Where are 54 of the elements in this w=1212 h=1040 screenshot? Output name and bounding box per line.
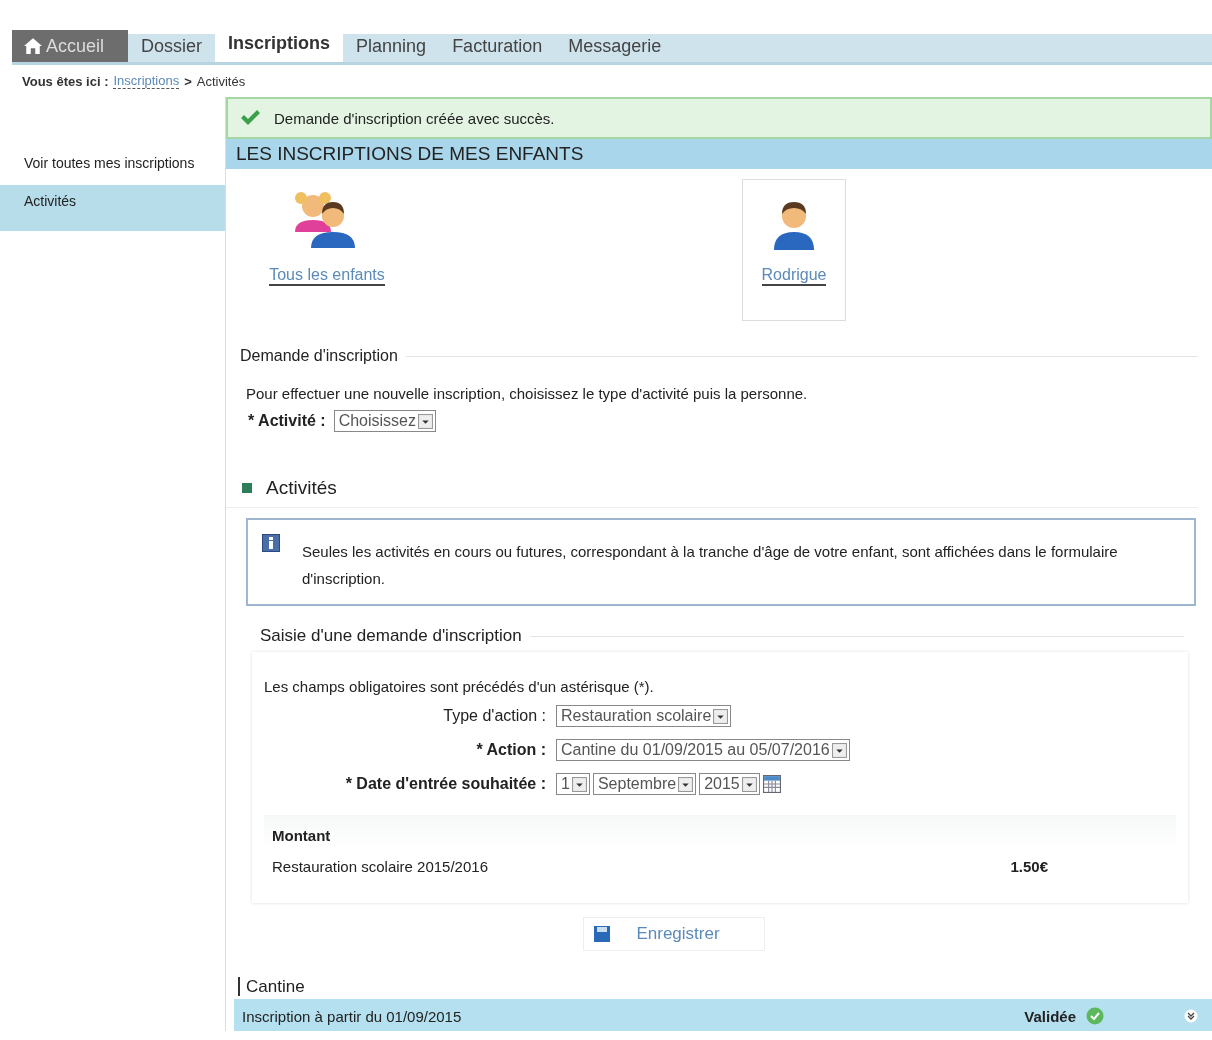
- check-icon: [240, 110, 260, 126]
- nav-tab[interactable]: Planning: [343, 30, 440, 62]
- required-note: Les champs obligatoires sont précédés d'un astérisque (*).: [264, 678, 655, 695]
- floppy-icon: [594, 926, 611, 942]
- check-circle-icon: [1086, 1007, 1104, 1025]
- select-field[interactable]: Septembre: [592, 773, 697, 795]
- fieldset-legend: Demande d'inscription: [240, 347, 398, 365]
- field-label: * Action :: [475, 741, 546, 759]
- breadcrumb-current: Activités: [196, 73, 246, 89]
- intro-text: Pour effectuer une nouvelle inscription, choisissez le type d'activité puis la personne.: [246, 385, 809, 402]
- status-text: Validée: [1024, 1007, 1076, 1025]
- dropdown-icon: [713, 708, 729, 724]
- dropdown-icon: [741, 776, 757, 792]
- success-message: Demande d'inscription créée avec succès.: [274, 109, 555, 127]
- amount-price: 1.50€: [1010, 858, 1048, 875]
- breadcrumb-link[interactable]: Inscriptions: [113, 73, 180, 89]
- nav-tab[interactable]: Facturation: [439, 30, 556, 62]
- sidebar-item[interactable]: Voir toutes mes inscriptions: [0, 147, 225, 185]
- breadcrumb-label: Vous êtes ici :: [22, 73, 109, 89]
- registration-row[interactable]: Inscription à partir du 01/09/2015 Validée: [234, 999, 1212, 1031]
- activity-select[interactable]: Choisissez: [333, 410, 436, 432]
- expand-icon[interactable]: [1184, 1009, 1198, 1023]
- section-heading: Cantine: [238, 977, 305, 996]
- select-field[interactable]: 2015: [699, 773, 760, 795]
- info-icon: [262, 534, 280, 552]
- sidebar-item[interactable]: Activités: [0, 185, 225, 231]
- field-label: * Activité :: [248, 412, 326, 430]
- nav-tab[interactable]: Messagerie: [555, 30, 675, 62]
- square-icon: [242, 483, 252, 493]
- nav-tab[interactable]: Dossier: [128, 30, 216, 62]
- amount-item: Restauration scolaire 2015/2016: [272, 858, 488, 875]
- home-icon: [24, 38, 42, 54]
- child-link[interactable]: Tous les enfants: [269, 266, 385, 286]
- field-label: Type d'action :: [442, 707, 546, 725]
- child-link[interactable]: Rodrigue: [761, 266, 827, 286]
- field-label: * Date d'entrée souhaitée :: [344, 775, 546, 793]
- select-field[interactable]: Cantine du 01/09/2015 au 05/07/2016: [556, 739, 850, 761]
- dropdown-icon: [831, 742, 847, 758]
- section-heading: Activités: [266, 477, 337, 499]
- section-title: LES INSCRIPTIONS DE MES ENFANTS: [226, 139, 1212, 169]
- amount-title: Montant: [272, 827, 332, 844]
- nav-tab[interactable]: Accueil: [12, 30, 129, 62]
- calendar-icon[interactable]: [762, 775, 781, 793]
- dropdown-icon: [418, 413, 433, 429]
- dropdown-icon: [678, 776, 694, 792]
- fieldset-legend: Saisie d'une demande d'inscription: [260, 626, 522, 646]
- registration-text: Inscription à partir du 01/09/2015: [242, 1007, 463, 1025]
- select-field[interactable]: 1: [556, 773, 590, 795]
- dropdown-icon: [571, 776, 587, 792]
- breadcrumb-separator-icon: >: [184, 73, 192, 89]
- select-field[interactable]: Restauration scolaire: [556, 705, 732, 727]
- save-button[interactable]: Enregistrer: [583, 917, 765, 951]
- info-text: Seules les activités en cours ou futures, correspondant à la tranche d'âge de votre enfant, sont affichées dans le formulaire d'inscription.: [302, 542, 1119, 589]
- child-card[interactable]: Rodrigue: [742, 179, 846, 321]
